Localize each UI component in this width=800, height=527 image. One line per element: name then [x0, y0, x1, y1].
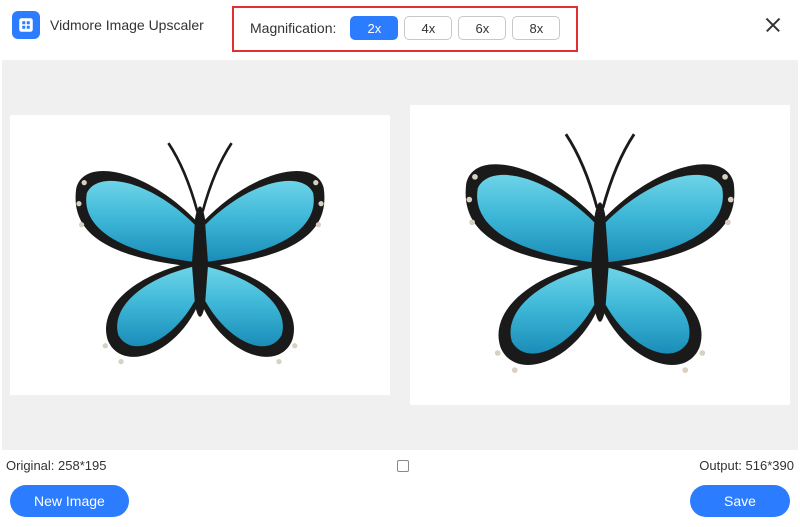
original-image	[30, 130, 370, 380]
original-image-panel	[10, 115, 390, 395]
compare-toggle-checkbox[interactable]	[397, 460, 409, 472]
new-image-button[interactable]: New Image	[10, 485, 129, 517]
magnification-label: Magnification:	[250, 20, 336, 36]
magnification-4x-button[interactable]: 4x	[404, 16, 452, 40]
close-icon[interactable]	[762, 14, 784, 36]
magnification-group: Magnification: 2x 4x 6x 8x	[232, 6, 578, 52]
magnification-buttons: 2x 4x 6x 8x	[350, 16, 560, 40]
header: Vidmore Image Upscaler Magnification: 2x…	[0, 0, 800, 50]
output-size-label: Output: 516*390	[699, 458, 794, 473]
app-logo-icon	[12, 11, 40, 39]
output-image	[420, 120, 780, 390]
original-size-label: Original: 258*195	[6, 458, 106, 473]
action-row: New Image Save	[0, 485, 800, 517]
app-title: Vidmore Image Upscaler	[50, 17, 204, 33]
magnification-2x-button[interactable]: 2x	[350, 16, 398, 40]
save-button[interactable]: Save	[690, 485, 790, 517]
info-row: Original: 258*195 Output: 516*390	[0, 450, 800, 473]
output-image-panel	[410, 105, 790, 405]
magnification-6x-button[interactable]: 6x	[458, 16, 506, 40]
magnification-8x-button[interactable]: 8x	[512, 16, 560, 40]
comparison-area	[2, 60, 798, 450]
